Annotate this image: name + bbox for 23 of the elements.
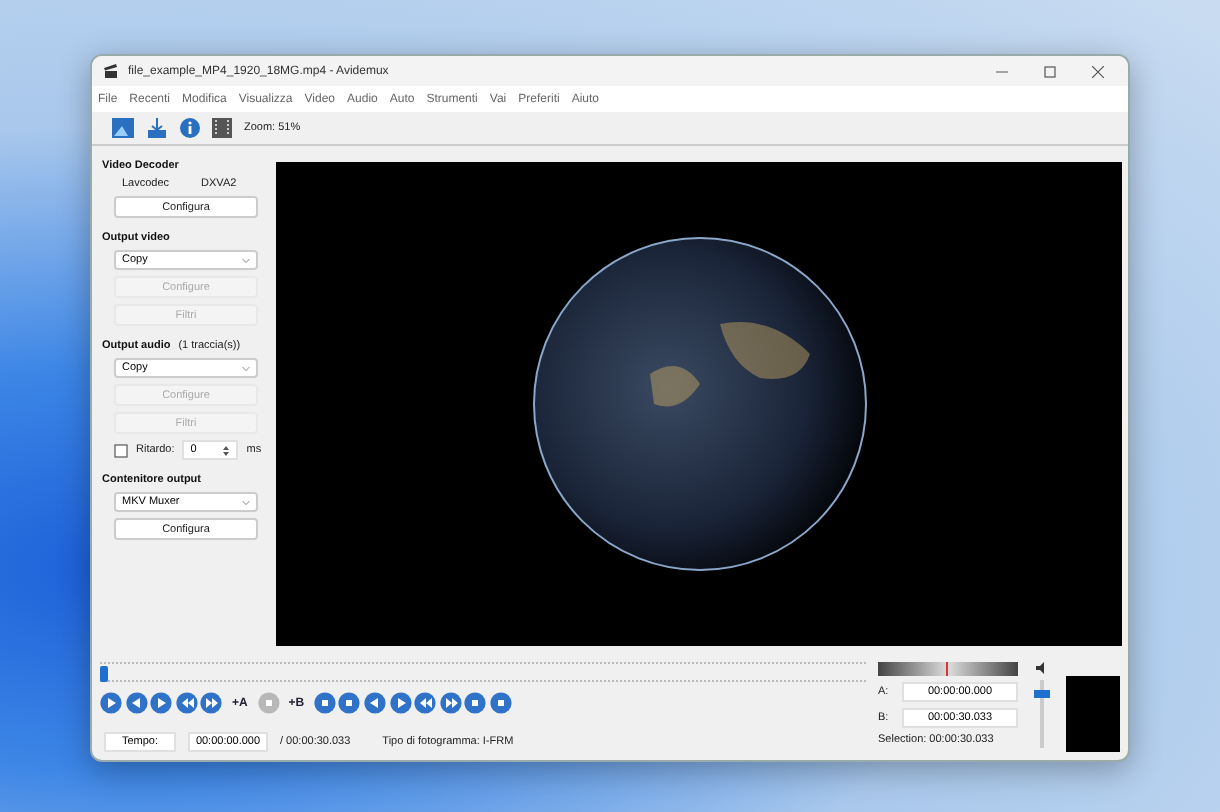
chevron-down-icon [242,257,250,263]
selection-bar-drawing [878,662,1018,676]
fast-forward-icon[interactable] [200,692,223,714]
chevron-down-icon [242,499,250,505]
volume-handle[interactable] [1034,689,1050,697]
seek-handle[interactable] [100,666,108,682]
fast-forward-icon[interactable] [439,692,462,714]
speaker-icon [1036,662,1048,674]
rewind-icon[interactable] [175,692,198,714]
checkbox[interactable] [114,443,128,457]
film-icon[interactable] [212,118,232,138]
close-button[interactable] [1092,65,1104,77]
preview-thumbnail [1066,676,1120,752]
info-icon[interactable] [180,118,200,138]
seek-track[interactable] [100,662,866,682]
clapper-icon [104,64,118,78]
save-icon[interactable] [146,118,168,138]
spin-arrows-icon [222,443,231,457]
play-icon[interactable] [100,692,122,714]
maximize-button[interactable] [1044,65,1056,77]
rewind-icon[interactable] [414,692,437,714]
chevron-down-icon [242,365,250,371]
image-icon[interactable] [112,118,134,138]
